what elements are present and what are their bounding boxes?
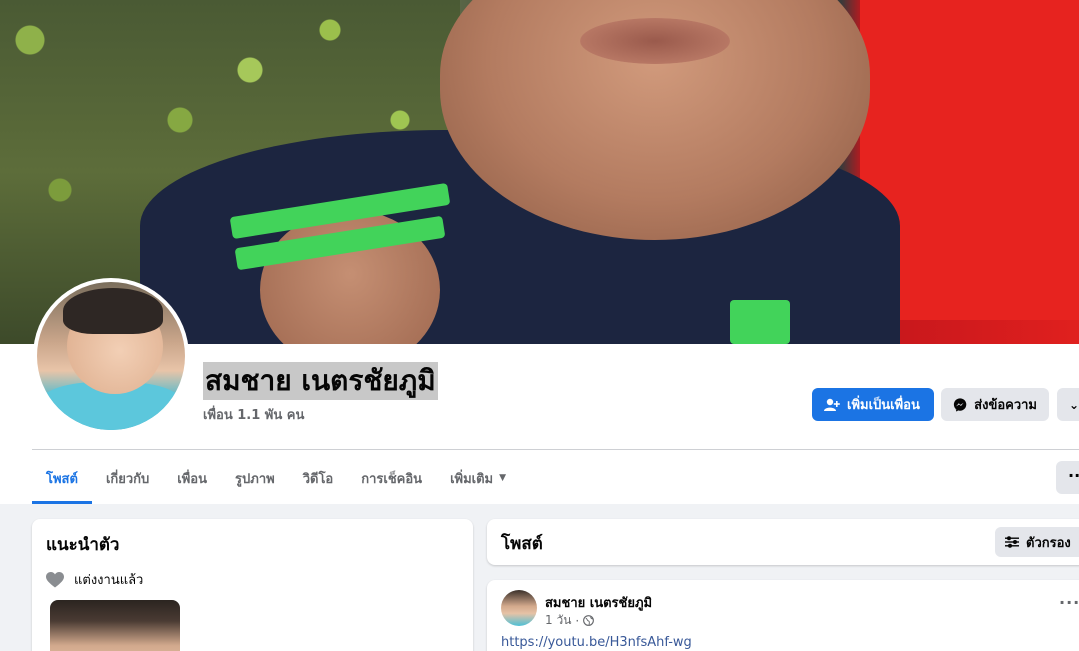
tab-friends[interactable]: เพื่อน <box>163 452 221 504</box>
post-author-avatar[interactable] <box>501 590 537 626</box>
tab-videos[interactable]: วิดีโอ <box>289 452 348 504</box>
profile-name: สมชาย เนตรชัยภูมิ <box>203 362 438 400</box>
post-card: สมชาย เนตรชัยภูมิ 1 วัน · ··· https://yo… <box>487 580 1079 651</box>
friends-count[interactable]: เพื่อน 1.1 พัน คน <box>203 404 304 425</box>
relationship-status: แต่งงานแล้ว <box>74 573 144 588</box>
tab-checkins[interactable]: การเช็คอิน <box>347 452 436 504</box>
post-meta: 1 วัน · <box>545 611 595 630</box>
post-options-button[interactable]: ··· <box>1059 593 1079 612</box>
more-actions-button[interactable]: ⌄ <box>1057 388 1079 421</box>
profile-tabs: โพสต์ เกี่ยวกับ เพื่อน รูปภาพ วิดีโอ การ… <box>32 452 520 504</box>
cover-person <box>140 0 900 344</box>
post-link[interactable]: https://youtu.be/H3nfsAhf-wg <box>501 635 692 650</box>
caret-down-icon: ▼ <box>499 473 507 483</box>
tab-photos[interactable]: รูปภาพ <box>221 452 289 504</box>
profile-avatar[interactable] <box>33 278 189 434</box>
tab-more[interactable]: เพิ่มเติม ▼ <box>436 452 520 504</box>
post-author-name[interactable]: สมชาย เนตรชัยภูมิ <box>545 592 652 613</box>
intro-card: แนะนำตัว แต่งงานแล้ว <box>32 519 473 651</box>
heart-icon <box>46 571 64 587</box>
featured-photo[interactable] <box>50 600 180 651</box>
ellipsis-icon: ··· <box>1059 593 1079 612</box>
filter-icon <box>1005 536 1019 548</box>
filter-label: ตัวกรอง <box>1026 535 1071 551</box>
add-friend-icon <box>824 398 840 411</box>
posts-header-card: โพสต์ ตัวกรอง <box>487 519 1079 565</box>
cover-photo[interactable] <box>0 0 1079 344</box>
relationship-row: แต่งงานแล้ว <box>46 569 143 590</box>
ellipsis-icon: ··· <box>1068 466 1079 485</box>
globe-icon <box>583 615 595 626</box>
header-divider <box>32 449 1079 450</box>
post-time[interactable]: 1 วัน <box>545 611 571 630</box>
intro-title: แนะนำตัว <box>46 535 120 555</box>
posts-title: โพสต์ <box>501 534 543 554</box>
message-label: ส่งข้อความ <box>974 398 1037 413</box>
chevron-down-icon: ⌄ <box>1069 397 1079 412</box>
add-friend-button[interactable]: เพิ่มเป็นเพื่อน <box>812 388 934 421</box>
tab-about[interactable]: เกี่ยวกับ <box>92 452 163 504</box>
message-button[interactable]: ส่งข้อความ <box>941 388 1049 421</box>
tab-posts[interactable]: โพสต์ <box>32 452 92 504</box>
profile-page: สมชาย เนตรชัยภูมิ เพื่อน 1.1 พัน คน เพิ่… <box>0 0 1079 651</box>
messenger-icon <box>953 397 967 412</box>
filter-button[interactable]: ตัวกรอง <box>995 527 1079 557</box>
tab-options-button[interactable]: ··· <box>1056 461 1079 494</box>
add-friend-label: เพิ่มเป็นเพื่อน <box>847 398 920 413</box>
